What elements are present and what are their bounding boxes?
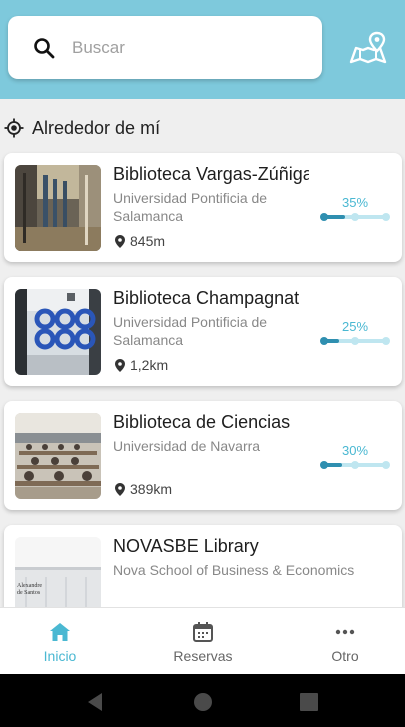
nearby-heading: Alrededor de mí (4, 116, 160, 140)
tab-label: Reservas (173, 648, 233, 664)
library-card[interactable]: Biblioteca Vargas-Zúñiga Universidad Pon… (4, 153, 402, 262)
tab-inicio[interactable]: Inicio (10, 608, 110, 675)
top-header: Buscar (0, 0, 405, 99)
library-name: Biblioteca Vargas-Zúñiga (113, 164, 309, 184)
calendar-icon (193, 622, 213, 642)
tab-otro[interactable]: Otro (295, 608, 395, 675)
pin-icon (115, 482, 125, 496)
library-distance: 389km (115, 481, 172, 497)
photo-sign-line2: de Santos (17, 590, 41, 596)
search-bar[interactable]: Buscar (8, 16, 322, 79)
occupancy-bar (320, 337, 390, 345)
library-card[interactable]: Alexandre de Santos NOVASBE Library Nova… (4, 525, 402, 607)
library-photo (15, 165, 101, 251)
home-circle-icon[interactable] (193, 692, 213, 712)
library-distance: 845m (115, 233, 165, 249)
occupancy-bar (320, 213, 390, 221)
bottom-tab-bar: Inicio Reservas Otro (0, 607, 405, 675)
occupancy-percent: 30% (341, 443, 369, 458)
library-card[interactable]: Biblioteca Champagnat Universidad Pontif… (4, 277, 402, 386)
library-card[interactable]: Biblioteca de Ciencias Universidad de Na… (4, 401, 402, 510)
photo-sign-line1: Alexandre (17, 583, 42, 589)
library-university: Universidad de Navarra (113, 438, 261, 454)
tab-label: Otro (331, 648, 359, 664)
more-dots-icon (335, 629, 355, 635)
library-distance: 1,2km (115, 357, 168, 373)
distance-value: 845m (130, 233, 166, 249)
back-icon[interactable] (86, 692, 104, 712)
library-name: Biblioteca Champagnat (113, 288, 300, 308)
map-location-icon[interactable] (348, 30, 388, 66)
search-icon (34, 38, 55, 59)
search-input[interactable]: Buscar (72, 38, 125, 58)
library-university: Universidad Pontificia de Salamanca (113, 314, 268, 348)
library-name: NOVASBE Library (113, 536, 259, 556)
pin-icon (115, 358, 125, 372)
distance-value: 389km (130, 481, 173, 497)
tab-reservas[interactable]: Reservas (153, 608, 253, 675)
location-target-icon (4, 118, 24, 138)
nearby-label: Alrededor de mí (32, 117, 161, 138)
occupancy-percent: 25% (341, 319, 369, 334)
distance-value: 1,2km (130, 357, 169, 373)
library-list-section: Alrededor de mí Biblioteca Vargas-Zúñiga… (0, 99, 405, 607)
library-photo: Alexandre de Santos (15, 537, 101, 607)
tab-label: Inicio (43, 648, 77, 664)
recents-icon[interactable] (300, 693, 318, 711)
library-name: Biblioteca de Ciencias (113, 412, 291, 432)
system-nav-bar (0, 674, 405, 727)
pin-icon (115, 234, 125, 248)
library-university: Nova School of Business & Economics (113, 562, 355, 578)
home-icon (50, 623, 70, 641)
library-photo (15, 289, 101, 375)
occupancy-percent: 35% (341, 195, 369, 210)
occupancy-bar (320, 461, 390, 469)
library-photo (15, 413, 101, 499)
library-university: Universidad Pontificia de Salamanca (113, 190, 268, 224)
